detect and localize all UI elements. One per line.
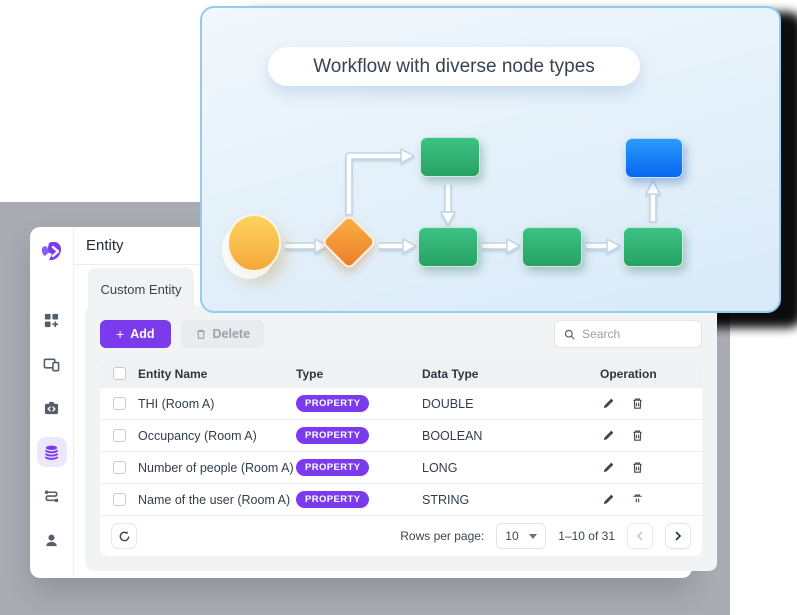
chevron-right-icon — [673, 531, 683, 541]
code-box-icon — [43, 400, 60, 417]
cell-data-type: BOOLEAN — [422, 429, 590, 443]
chevron-left-icon — [635, 531, 645, 541]
devices-icon — [43, 356, 60, 373]
workflow-node-task-2[interactable] — [522, 227, 582, 267]
workflow-node-task-1[interactable] — [418, 227, 478, 267]
add-button[interactable]: + Add — [100, 320, 171, 348]
row-checkbox[interactable] — [113, 493, 126, 506]
tab-custom-entity[interactable]: Custom Entity — [88, 268, 194, 310]
column-header-data-type: Data Type — [422, 367, 590, 381]
toolbar: + Add Delete — [100, 320, 702, 348]
workflow-card: Workflow with diverse node types — [200, 6, 781, 313]
trash-icon — [195, 328, 207, 340]
table-footer: Rows per page: 10 1–10 of 31 — [100, 515, 702, 556]
sidebar-item-users[interactable] — [37, 525, 67, 555]
cell-entity-name: Name of the user (Room A) — [138, 493, 296, 507]
edit-icon[interactable] — [602, 397, 615, 410]
sidebar-item-dashboard[interactable] — [37, 305, 67, 335]
logo-icon — [39, 239, 65, 265]
table-row[interactable]: Occupancy (Room A) PROPERTY BOOLEAN — [100, 419, 702, 451]
search-box[interactable] — [554, 320, 702, 348]
cell-entity-name: Number of people (Room A) — [138, 461, 296, 475]
edit-icon[interactable] — [602, 493, 615, 506]
column-header-operation: Operation — [590, 367, 702, 381]
sidebar-item-flows[interactable] — [37, 481, 67, 511]
page-size-select[interactable]: 10 — [496, 523, 546, 549]
screenshot-canvas: Entity Custom Entity + Add Delete — [0, 0, 797, 615]
table-header-row: Entity Name Type Data Type Operation — [100, 360, 702, 387]
edit-icon[interactable] — [602, 461, 615, 474]
rows-per-page-label: Rows per page: — [400, 529, 484, 543]
delete-row-icon[interactable] — [631, 397, 644, 410]
sidebar-item-data[interactable] — [37, 437, 67, 467]
refresh-icon — [118, 530, 131, 543]
row-checkbox[interactable] — [113, 397, 126, 410]
pagination: Rows per page: 10 1–10 of 31 — [400, 523, 691, 549]
table-row[interactable]: Number of people (Room A) PROPERTY LONG — [100, 451, 702, 483]
type-badge: PROPERTY — [296, 491, 369, 508]
cell-entity-name: Occupancy (Room A) — [138, 429, 296, 443]
entity-table: Entity Name Type Data Type Operation THI… — [100, 360, 702, 556]
row-checkbox[interactable] — [113, 461, 126, 474]
cell-data-type: LONG — [422, 461, 590, 475]
page-size-value: 10 — [505, 529, 518, 543]
cell-entity-name: THI (Room A) — [138, 397, 296, 411]
row-checkbox[interactable] — [113, 429, 126, 442]
type-badge: PROPERTY — [296, 395, 369, 412]
delete-row-icon[interactable] — [631, 429, 644, 442]
grid-plus-icon — [43, 312, 60, 329]
type-badge: PROPERTY — [296, 459, 369, 476]
user-icon — [43, 532, 60, 549]
content-panel: + Add Delete — [85, 306, 717, 571]
next-page-button[interactable] — [665, 523, 691, 549]
workflow-title-pill: Workflow with diverse node types — [268, 47, 640, 86]
app-logo — [39, 239, 65, 265]
chevron-down-icon — [529, 534, 537, 539]
add-button-label: Add — [130, 327, 154, 341]
cell-data-type: STRING — [422, 493, 590, 507]
delete-button-label: Delete — [213, 327, 251, 341]
column-header-entity-name: Entity Name — [138, 367, 296, 381]
table-row[interactable]: Name of the user (Room A) PROPERTY STRIN… — [100, 483, 702, 515]
sidebar-item-devices[interactable] — [37, 349, 67, 379]
column-header-type: Type — [296, 367, 422, 381]
select-all-checkbox[interactable] — [113, 367, 126, 380]
workflow-title: Workflow with diverse node types — [313, 56, 595, 78]
page-range-label: 1–10 of 31 — [558, 529, 615, 543]
cell-data-type: DOUBLE — [422, 397, 590, 411]
prev-page-button[interactable] — [627, 523, 653, 549]
workflow-node-task-3[interactable] — [623, 227, 683, 267]
workflow-node-start-circle[interactable] — [227, 214, 281, 272]
search-icon — [564, 328, 575, 341]
workflow-node-task-top[interactable] — [420, 137, 480, 177]
delete-row-icon[interactable] — [631, 493, 644, 506]
plus-icon: + — [116, 327, 124, 341]
delete-button[interactable]: Delete — [181, 320, 265, 348]
database-icon — [43, 444, 60, 461]
refresh-button[interactable] — [111, 523, 137, 549]
sidebar — [30, 227, 74, 578]
edit-icon[interactable] — [602, 429, 615, 442]
page-title: Entity — [86, 237, 124, 254]
type-badge: PROPERTY — [296, 427, 369, 444]
workflow-node-end[interactable] — [625, 138, 683, 178]
table-row[interactable]: THI (Room A) PROPERTY DOUBLE — [100, 387, 702, 419]
sidebar-item-gateway[interactable] — [37, 393, 67, 423]
flow-route-icon — [43, 488, 60, 505]
workflow-node-decision-diamond[interactable] — [321, 214, 378, 271]
delete-row-icon[interactable] — [631, 461, 644, 474]
sidebar-nav — [37, 305, 67, 555]
search-input[interactable] — [582, 327, 692, 341]
